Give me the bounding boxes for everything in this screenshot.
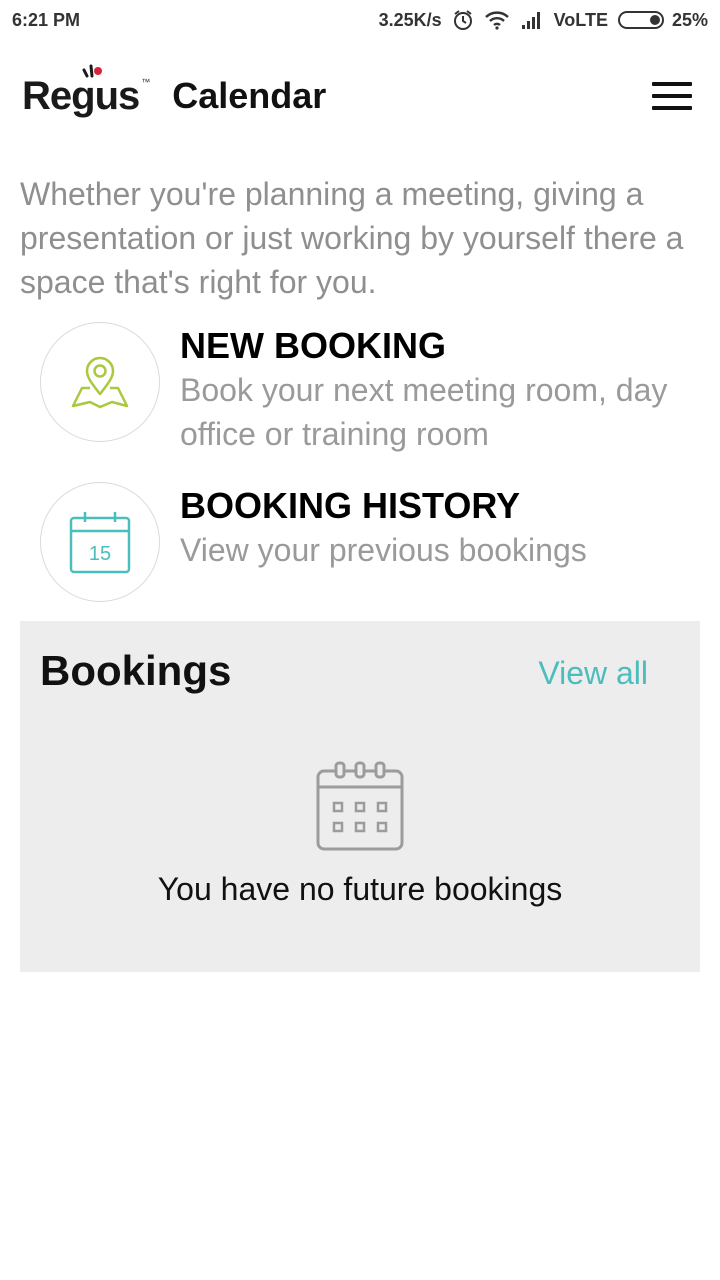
status-bar: 6:21 PM 3.25K/s VoLTE 25%	[0, 0, 720, 40]
logo-trademark: ™	[141, 77, 151, 87]
empty-calendar-icon	[316, 761, 404, 851]
hamburger-menu-button[interactable]	[652, 82, 692, 110]
app-header: Regus ™ Calendar	[0, 60, 720, 132]
battery-indicator: 25%	[617, 9, 708, 31]
alarm-icon	[452, 9, 474, 31]
menu-line	[652, 94, 692, 98]
status-time: 6:21 PM	[12, 9, 81, 30]
logo-mark-icon	[82, 64, 102, 78]
network-speed: 3.25K/s	[378, 9, 442, 30]
booking-history-text: BOOKING HISTORY View your previous booki…	[180, 484, 587, 602]
calendar-icon: 15	[69, 512, 131, 574]
battery-percent: 25%	[671, 9, 708, 30]
network-label: VoLTE	[553, 9, 608, 30]
view-all-link[interactable]: View all	[538, 655, 648, 692]
new-booking-icon-circle	[40, 322, 160, 442]
page-title: Calendar	[172, 75, 327, 116]
menu-line	[652, 106, 692, 110]
signal-icon	[520, 11, 544, 29]
empty-bookings-message: You have no future bookings	[157, 871, 563, 907]
new-booking-button[interactable]: NEW BOOKING Book your next meeting room,…	[40, 322, 710, 456]
map-pin-icon	[71, 356, 129, 409]
bookings-panel: Bookings View all You have no future boo…	[20, 621, 700, 972]
battery-icon	[617, 11, 664, 29]
wifi-icon	[484, 10, 510, 30]
menu-line	[652, 82, 692, 86]
logo-text: Regus	[22, 73, 140, 118]
new-booking-text: NEW BOOKING Book your next meeting room,…	[180, 324, 710, 456]
new-booking-description: Book your next meeting room, day office …	[180, 372, 668, 452]
booking-history-button[interactable]: 15 BOOKING HISTORY View your previous bo…	[40, 482, 710, 602]
booking-history-icon-circle: 15	[40, 482, 160, 602]
new-booking-title: NEW BOOKING	[180, 325, 446, 366]
status-indicators: 3.25K/s VoLTE 25%	[379, 9, 708, 31]
intro-text: Whether you're planning a meeting, givin…	[20, 176, 684, 300]
regus-logo: Regus ™	[22, 60, 150, 132]
booking-history-description: View your previous bookings	[180, 532, 587, 568]
booking-history-title: BOOKING HISTORY	[180, 485, 521, 526]
calendar-day-number: 15	[89, 543, 111, 565]
bookings-title: Bookings	[40, 647, 232, 694]
